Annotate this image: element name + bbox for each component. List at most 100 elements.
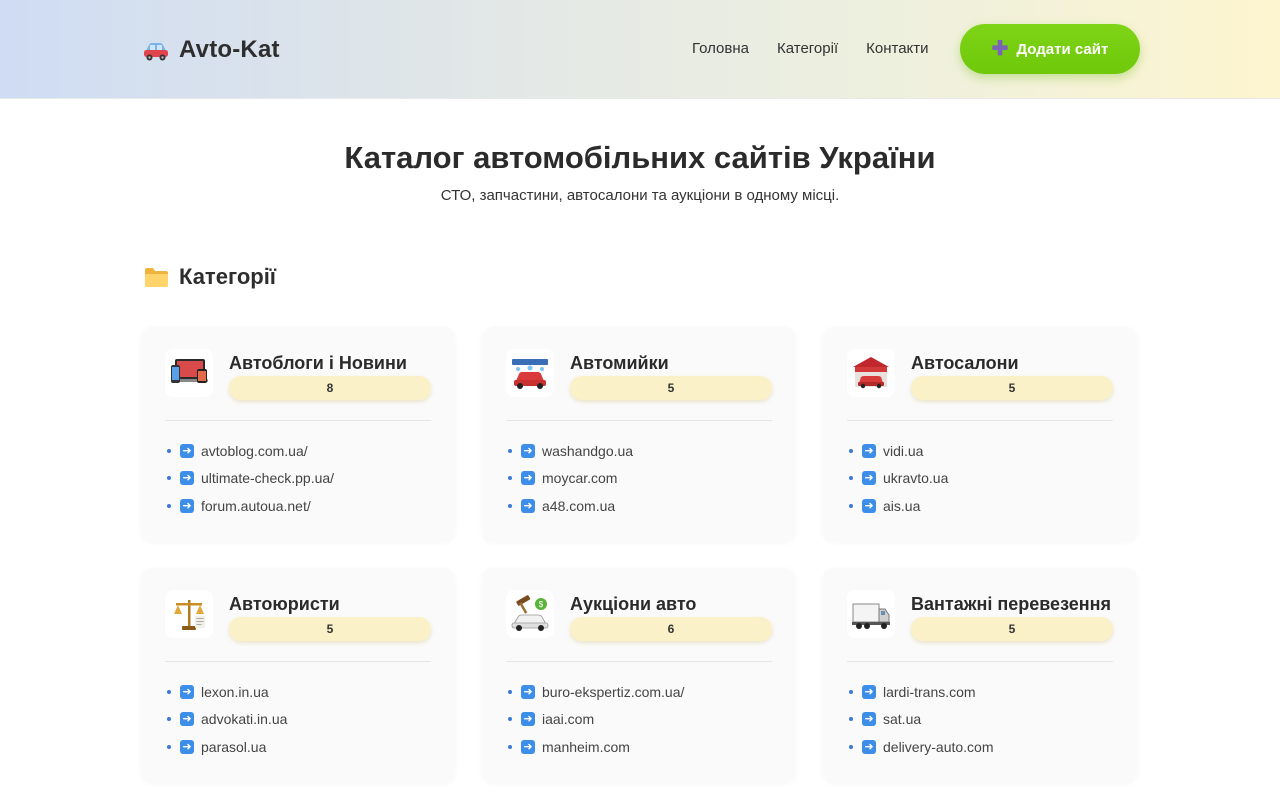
arrow-right-icon: ➜ [521, 471, 535, 486]
car-icon [143, 38, 169, 62]
category-card[interactable]: $ Аукціони авто 6 ➜ buro-ekspertiz.com.ua… [482, 568, 796, 783]
category-card[interactable]: Автоюристи 5 ➜ lexon.in.ua ➜ advokati.in.u… [141, 568, 455, 783]
site-link[interactable]: ais.ua [883, 498, 920, 514]
site-header: Avto-Kat Головна Категорії Контакти ✚ До… [0, 0, 1280, 99]
arrow-right-icon: ➜ [180, 471, 194, 486]
card-title[interactable]: Автоюристи [229, 594, 431, 615]
list-item: ➜ a48.com.ua [506, 492, 772, 520]
page-subtitle: СТО, запчастини, автосалони та аукціони … [440, 187, 840, 204]
bullet [849, 448, 853, 453]
site-link[interactable]: a48.com.ua [542, 498, 615, 514]
arrow-right-icon: ➜ [180, 684, 194, 699]
bullet [849, 717, 853, 722]
link-list: ➜ buro-ekspertiz.com.ua/ ➜ iaai.com ➜ manhe… [506, 678, 772, 761]
arrow-right-icon: ➜ [862, 443, 876, 458]
nav-contacts[interactable]: Контакти [866, 40, 928, 57]
site-link[interactable]: buro-ekspertiz.com.ua/ [542, 684, 684, 700]
site-link[interactable]: vidi.ua [883, 443, 923, 459]
list-item: ➜ avtoblog.com.ua/ [165, 437, 431, 465]
category-card[interactable]: Вантажні перевезення 5 ➜ lardi-trans.com … [823, 568, 1137, 783]
bullet [508, 448, 512, 453]
car-wash-icon [506, 349, 554, 397]
arrow-right-icon: ➜ [180, 712, 194, 727]
count-badge: 5 [570, 376, 772, 400]
arrow-right-icon: ➜ [521, 712, 535, 727]
card-header: Автоблоги і Новини 8 [165, 349, 431, 421]
count-badge: 5 [229, 617, 431, 641]
site-link[interactable]: ultimate-check.pp.ua/ [201, 470, 334, 486]
categories-title: Категорії [179, 264, 276, 289]
list-item: ➜ lexon.in.ua [165, 678, 431, 706]
site-link[interactable]: parasol.ua [201, 739, 266, 755]
add-site-label: Додати сайт [1016, 40, 1109, 58]
list-item: ➜ vidi.ua [847, 437, 1113, 465]
arrow-right-icon: ➜ [862, 684, 876, 699]
site-link[interactable]: lardi-trans.com [883, 684, 976, 700]
truck-icon [847, 590, 895, 638]
list-item: ➜ forum.autoua.net/ [165, 492, 431, 520]
count-badge: 5 [911, 617, 1113, 641]
card-title[interactable]: Автосалони [911, 353, 1113, 374]
site-link[interactable]: lexon.in.ua [201, 684, 269, 700]
brand-logo[interactable]: Avto-Kat [143, 36, 280, 64]
site-link[interactable]: iaai.com [542, 711, 594, 727]
car-dealer-icon [847, 349, 895, 397]
bullet [167, 744, 171, 749]
list-item: ➜ sat.ua [847, 706, 1113, 734]
bullet [508, 689, 512, 694]
category-card[interactable]: Автосалони 5 ➜ vidi.ua ➜ ukravto.ua ➜ ais.u… [823, 327, 1137, 542]
folder-icon [144, 267, 169, 288]
site-link[interactable]: manheim.com [542, 739, 630, 755]
card-header: Вантажні перевезення 5 [847, 590, 1113, 662]
category-card[interactable]: Автоблоги і Новини 8 ➜ avtoblog.com.ua/ ➜… [141, 327, 455, 542]
list-item: ➜ moycar.com [506, 465, 772, 493]
devices-icon [165, 349, 213, 397]
site-link[interactable]: forum.autoua.net/ [201, 498, 311, 514]
svg-text:$: $ [539, 600, 544, 609]
site-link[interactable]: ukravto.ua [883, 470, 948, 486]
arrow-right-icon: ➜ [862, 739, 876, 754]
link-list: ➜ washandgo.ua ➜ moycar.com ➜ a48.com.ua [506, 437, 772, 520]
nav-categories[interactable]: Категорії [777, 40, 838, 57]
bullet [849, 689, 853, 694]
site-link[interactable]: avtoblog.com.ua/ [201, 443, 308, 459]
bullet [167, 503, 171, 508]
bullet [167, 717, 171, 722]
bullet [508, 503, 512, 508]
bullet [508, 717, 512, 722]
arrow-right-icon: ➜ [521, 498, 535, 513]
card-header: Автомийки 5 [506, 349, 772, 421]
nav-home[interactable]: Головна [692, 40, 749, 57]
main-nav: Головна Категорії Контакти [692, 40, 929, 57]
law-scales-icon [165, 590, 213, 638]
list-item: ➜ iaai.com [506, 706, 772, 734]
auction-car-icon: $ [506, 590, 554, 638]
arrow-right-icon: ➜ [521, 443, 535, 458]
card-title[interactable]: Автоблоги і Новини [229, 353, 431, 374]
categories-grid: Автоблоги і Новини 8 ➜ avtoblog.com.ua/ ➜… [141, 327, 1137, 783]
arrow-right-icon: ➜ [180, 443, 194, 458]
card-title[interactable]: Вантажні перевезення [911, 594, 1113, 615]
site-link[interactable]: moycar.com [542, 470, 617, 486]
list-item: ➜ delivery-auto.com [847, 733, 1113, 761]
list-item: ➜ lardi-trans.com [847, 678, 1113, 706]
arrow-right-icon: ➜ [862, 712, 876, 727]
bullet [508, 744, 512, 749]
site-link[interactable]: washandgo.ua [542, 443, 633, 459]
site-link[interactable]: sat.ua [883, 711, 921, 727]
card-title[interactable]: Автомийки [570, 353, 772, 374]
brand-name: Avto-Kat [179, 36, 280, 63]
arrow-right-icon: ➜ [180, 739, 194, 754]
link-list: ➜ lexon.in.ua ➜ advokati.in.ua ➜ parasol.ua [165, 678, 431, 761]
add-site-button[interactable]: ✚ Додати сайт [960, 24, 1140, 74]
arrow-right-icon: ➜ [862, 498, 876, 513]
arrow-right-icon: ➜ [180, 498, 194, 513]
category-card[interactable]: Автомийки 5 ➜ washandgo.ua ➜ moycar.com ➜ a… [482, 327, 796, 542]
card-title[interactable]: Аукціони авто [570, 594, 772, 615]
site-link[interactable]: delivery-auto.com [883, 739, 994, 755]
bullet [167, 448, 171, 453]
site-link[interactable]: advokati.in.ua [201, 711, 287, 727]
bullet [849, 476, 853, 481]
list-item: ➜ advokati.in.ua [165, 706, 431, 734]
plus-icon: ✚ [991, 38, 1009, 60]
